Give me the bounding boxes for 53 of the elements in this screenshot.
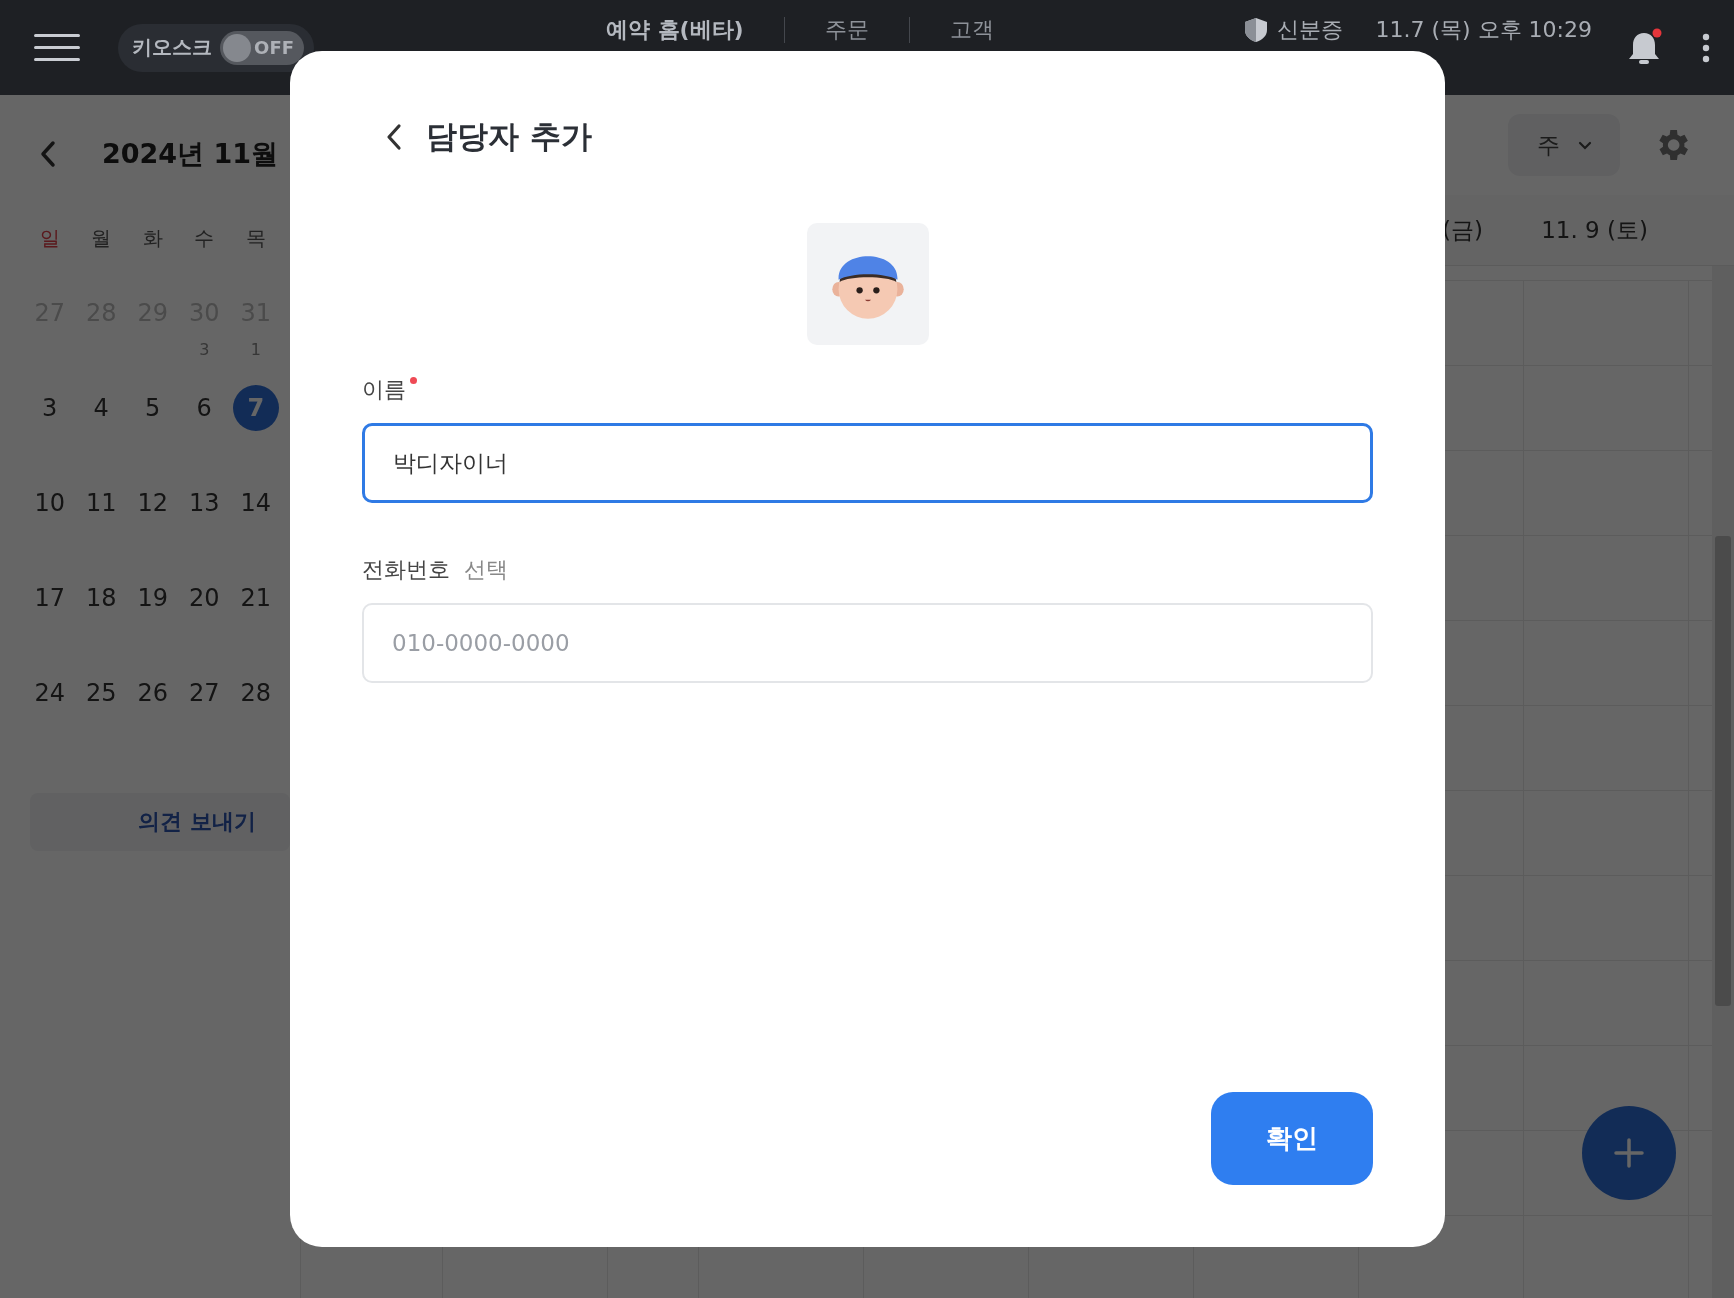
calendar-day[interactable]: 7: [232, 385, 279, 431]
date-time: 11.7 (목) 오후 10:29: [1375, 16, 1592, 44]
calendar-day[interactable]: 13: [181, 480, 228, 526]
nav-tab[interactable]: 고객: [949, 16, 994, 44]
weekday-label: 수: [193, 224, 216, 252]
kiosk-label: 키오스크: [132, 34, 212, 61]
calendar-day[interactable]: 18: [78, 575, 125, 621]
calendar-day[interactable]: 17: [26, 575, 73, 621]
calendar-day[interactable]: 19: [129, 575, 176, 621]
weekday-label: 월: [90, 224, 113, 252]
calendar-day[interactable]: 28: [232, 670, 279, 716]
weekday-label: 목: [244, 224, 267, 252]
view-select[interactable]: 주: [1508, 114, 1620, 176]
calendar-day[interactable]: 14: [232, 480, 279, 526]
weekday-label: 화: [141, 224, 164, 252]
day-column-header: (금): [1441, 215, 1484, 245]
calendar-day[interactable]: 26: [129, 670, 176, 716]
calendar-day[interactable]: 6: [181, 385, 228, 431]
calendar-day[interactable]: 11: [78, 480, 125, 526]
menu-icon[interactable]: [34, 33, 80, 62]
calendar-day[interactable]: 3: [26, 385, 73, 431]
id-card-button[interactable]: 신분증: [1245, 16, 1344, 44]
optional-tag: 선택: [464, 555, 508, 585]
avatar-tile[interactable]: [806, 223, 929, 345]
kiosk-toggle[interactable]: OFF: [220, 30, 304, 65]
chevron-down-icon: [1577, 140, 1592, 150]
field-label: 이름: [362, 376, 406, 404]
feedback-button[interactable]: 의견 보내기: [30, 793, 290, 851]
calendar-day[interactable]: 24: [26, 670, 73, 716]
calendar-day[interactable]: 4: [78, 385, 125, 431]
calendar-day[interactable]: 5: [129, 385, 176, 431]
day-column-header: 11. 9 (토): [1540, 215, 1649, 245]
shield-icon: [1245, 18, 1268, 42]
nav-tab[interactable]: 예약 홈(베타): [605, 16, 744, 44]
calendar-day[interactable]: 21: [232, 575, 279, 621]
back-icon[interactable]: [386, 123, 402, 151]
input-field[interactable]: 박디자이너: [362, 423, 1373, 503]
calendar-day[interactable]: 27: [181, 670, 228, 716]
plus-icon: [1614, 1138, 1644, 1168]
nav-tab[interactable]: 주문: [824, 16, 869, 44]
calendar-day[interactable]: 12: [129, 480, 176, 526]
month-title: 2024년 11월: [102, 137, 279, 171]
field-label: 전화번호: [362, 556, 450, 584]
weekday-label: 일: [38, 224, 61, 252]
calendar-day[interactable]: 25: [78, 670, 125, 716]
calendar-day[interactable]: 20: [181, 575, 228, 621]
previous-month-icon[interactable]: [40, 140, 56, 168]
input-field[interactable]: 010-0000-0000: [362, 603, 1373, 683]
confirm-button[interactable]: 확인: [1211, 1092, 1373, 1185]
more-icon[interactable]: [1702, 32, 1710, 63]
dialog-title: 담당자 추가: [426, 117, 592, 156]
calendar-day[interactable]: 10: [26, 480, 73, 526]
scrollbar[interactable]: [1712, 266, 1734, 1298]
